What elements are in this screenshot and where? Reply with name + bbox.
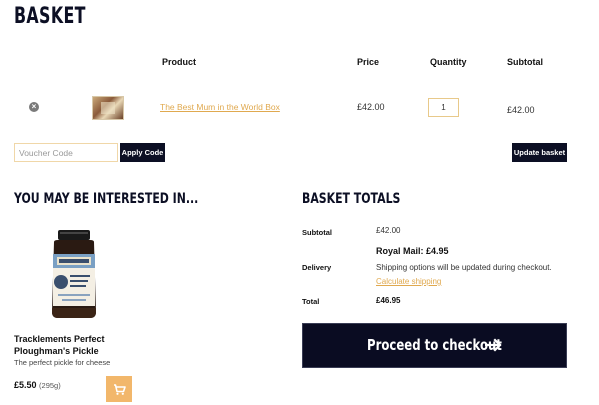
header-subtotal: Subtotal [507, 57, 543, 67]
arrow-right-icon [485, 338, 502, 352]
apply-code-button[interactable]: Apply Code [120, 143, 165, 162]
upsell-title: YOU MAY BE INTERESTED IN... [14, 191, 199, 207]
totals-title: BASKET TOTALS [302, 191, 401, 207]
header-price: Price [357, 57, 380, 67]
product-price: £42.00 [357, 102, 385, 112]
upsell-product-price: £5.50 [14, 380, 37, 390]
header-product: Product [162, 57, 197, 67]
delivery-note: Shipping options will be updated during … [376, 263, 552, 272]
delivery-label: Delivery [302, 263, 332, 272]
add-to-cart-button[interactable] [106, 376, 132, 402]
totals-subtotal-label: Subtotal [302, 228, 332, 237]
total-value: £46.95 [376, 296, 401, 305]
calculate-shipping-link[interactable]: Calculate shipping [376, 277, 441, 286]
pickle-jar-image[interactable] [48, 230, 100, 320]
upsell-product-name[interactable]: Tracklements Perfect Ploughman's Pickle [14, 333, 144, 357]
checkout-label: Proceed to checkout [367, 336, 502, 354]
page-title: BASKET [14, 4, 86, 29]
product-link[interactable]: The Best Mum in the World Box [160, 102, 280, 112]
shipping-method: Royal Mail: £4.95 [376, 246, 449, 256]
voucher-code-input[interactable] [14, 143, 118, 162]
header-quantity: Quantity [430, 57, 467, 67]
update-basket-button[interactable]: Update basket [512, 143, 567, 162]
product-thumbnail[interactable] [92, 96, 124, 120]
quantity-input[interactable] [428, 98, 459, 117]
upsell-product-weight: (295g) [39, 381, 61, 390]
cart-icon [114, 384, 126, 395]
product-subtotal: £42.00 [507, 105, 535, 115]
remove-icon[interactable]: × [29, 102, 39, 112]
upsell-product-description: The perfect pickle for cheese [14, 358, 111, 367]
proceed-to-checkout-button[interactable]: Proceed to checkout [302, 323, 567, 368]
totals-subtotal-value: £42.00 [376, 226, 401, 235]
total-label: Total [302, 297, 320, 306]
upsell-product-price-line: £5.50 (295g) [14, 380, 61, 390]
